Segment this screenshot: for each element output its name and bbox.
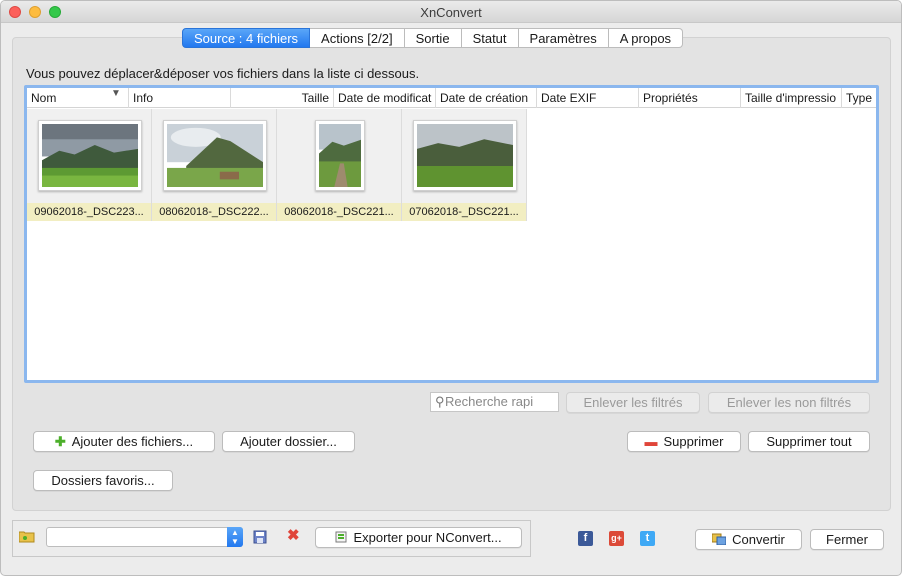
tab-settings[interactable]: Paramètres bbox=[518, 28, 609, 48]
add-files-button[interactable]: ✚ Ajouter des fichiers... bbox=[33, 431, 215, 452]
column-info[interactable]: Info bbox=[129, 88, 231, 108]
photo-landscape-2 bbox=[163, 120, 267, 191]
add-files-label: Ajouter des fichiers... bbox=[71, 434, 194, 449]
plus-icon: ✚ bbox=[54, 434, 66, 449]
quick-search-input[interactable]: ⚲Recherche rapi bbox=[430, 392, 559, 412]
convert-icon bbox=[711, 530, 727, 549]
export-label: Exporter pour NConvert... bbox=[353, 530, 502, 545]
remove-filtered-button[interactable]: Enlever les filtrés bbox=[566, 392, 700, 413]
column-size[interactable]: Taille bbox=[231, 88, 334, 108]
sort-descending-icon[interactable]: ▼ bbox=[111, 88, 121, 99]
window-title: XnConvert bbox=[420, 5, 482, 20]
photo-landscape-3 bbox=[413, 120, 517, 191]
file-name: 08062018-_DSC222... bbox=[152, 203, 276, 221]
preset-combo[interactable]: ▲ ▼ bbox=[46, 527, 243, 547]
tab-about[interactable]: A propos bbox=[608, 28, 684, 48]
title-bar: XnConvert bbox=[1, 1, 901, 23]
file-thumbnail[interactable]: 08062018-_DSC222... bbox=[152, 109, 277, 221]
export-nconvert-button[interactable]: Exporter pour NConvert... bbox=[315, 527, 522, 548]
delete-button[interactable]: ▬ Supprimer bbox=[627, 431, 741, 452]
column-properties[interactable]: Propriétés bbox=[639, 88, 741, 108]
photo-landscape-1 bbox=[38, 120, 142, 191]
delete-all-button[interactable]: Supprimer tout bbox=[748, 431, 870, 452]
delete-preset-icon[interactable]: ✖ bbox=[287, 528, 301, 543]
file-name: 07062018-_DSC221... bbox=[402, 203, 526, 221]
favorite-folders-button[interactable]: Dossiers favoris... bbox=[33, 470, 173, 491]
tab-output[interactable]: Sortie bbox=[404, 28, 462, 48]
file-list[interactable]: Nom ▼ Info Taille Date de modificat Date… bbox=[24, 85, 879, 383]
column-modified-date[interactable]: Date de modificat bbox=[334, 88, 436, 108]
file-thumbnail[interactable]: 08062018-_DSC221... bbox=[277, 109, 402, 221]
drag-drop-hint: Vous pouvez déplacer&déposer vos fichier… bbox=[26, 66, 420, 81]
search-icon: ⚲ bbox=[435, 394, 445, 409]
convert-label: Convertir bbox=[732, 532, 785, 547]
open-folder-icon[interactable] bbox=[18, 530, 35, 543]
file-thumbnail[interactable]: 07062018-_DSC221... bbox=[402, 109, 527, 221]
thumbnail-grid: 09062018-_DSC223... 08062018-_DSC222... bbox=[27, 109, 527, 221]
file-thumbnail[interactable]: 09062018-_DSC223... bbox=[27, 109, 152, 221]
convert-button[interactable]: Convertir bbox=[695, 529, 802, 550]
export-script-icon bbox=[335, 528, 347, 547]
file-name: 08062018-_DSC221... bbox=[277, 203, 401, 221]
column-print-size[interactable]: Taille d'impressio bbox=[741, 88, 842, 108]
facebook-icon[interactable]: f bbox=[578, 531, 593, 546]
close-button[interactable]: Fermer bbox=[810, 529, 884, 550]
photo-portrait bbox=[315, 120, 365, 191]
column-exif-date[interactable]: Date EXIF bbox=[537, 88, 639, 108]
file-name: 09062018-_DSC223... bbox=[27, 203, 151, 221]
minus-icon: ▬ bbox=[644, 434, 658, 449]
app-window: XnConvert Source : 4 fichiers Actions [2… bbox=[0, 0, 902, 576]
save-preset-icon[interactable] bbox=[253, 530, 267, 544]
add-folder-button[interactable]: Ajouter dossier... bbox=[222, 431, 355, 452]
column-header: Nom ▼ Info Taille Date de modificat Date… bbox=[27, 88, 876, 108]
stepper-arrows-icon[interactable]: ▲ ▼ bbox=[227, 527, 243, 547]
remove-unfiltered-button[interactable]: Enlever les non filtrés bbox=[708, 392, 870, 413]
tab-status[interactable]: Statut bbox=[461, 28, 519, 48]
tab-bar: Source : 4 fichiers Actions [2/2] Sortie… bbox=[182, 28, 684, 48]
search-placeholder: Recherche rapi bbox=[445, 394, 534, 409]
twitter-icon[interactable]: t bbox=[640, 531, 655, 546]
column-creation-date[interactable]: Date de création bbox=[436, 88, 537, 108]
tab-actions[interactable]: Actions [2/2] bbox=[310, 28, 405, 48]
tab-source[interactable]: Source : 4 fichiers bbox=[182, 28, 311, 48]
google-plus-icon[interactable]: g+ bbox=[609, 531, 624, 546]
delete-label: Supprimer bbox=[663, 434, 724, 449]
column-type[interactable]: Type bbox=[842, 88, 876, 108]
